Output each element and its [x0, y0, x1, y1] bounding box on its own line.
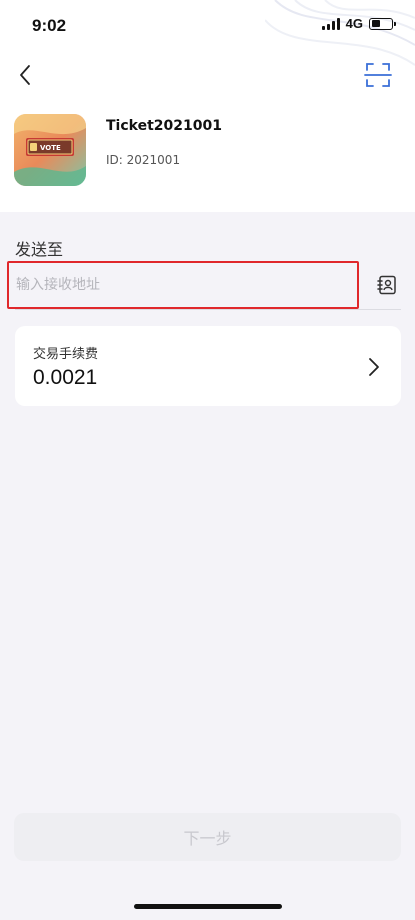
chevron-right-icon [369, 358, 379, 376]
chevron-left-icon [20, 65, 30, 85]
network-type: 4G [345, 16, 363, 31]
fee-value: 0.0021 [33, 366, 98, 389]
back-button[interactable] [10, 60, 40, 90]
address-book-button[interactable] [376, 274, 398, 296]
battery-icon [369, 17, 396, 30]
home-indicator [134, 904, 282, 909]
address-input[interactable] [9, 263, 357, 307]
fee-title: 交易手续费 [33, 347, 99, 362]
status-indicators: 4G [321, 16, 396, 31]
scan-button[interactable] [363, 60, 393, 90]
status-time: 9:02 [32, 16, 67, 35]
address-underline [15, 309, 401, 310]
status-bar: 9:02 4G [0, 0, 415, 48]
next-button[interactable]: 下一步 [14, 813, 401, 861]
address-book-icon [377, 275, 396, 295]
token-id: ID: 2021001 [106, 153, 181, 167]
fee-card[interactable]: 交易手续费 0.0021 [15, 326, 401, 406]
scan-icon [364, 63, 392, 87]
token-image: VOTE [14, 114, 86, 186]
token-image-text: VOTE [40, 144, 61, 152]
address-input-highlight [7, 261, 359, 309]
send-to-label: 发送至 [15, 240, 64, 259]
signal-icon [321, 17, 340, 30]
token-name: Ticket2021001 [106, 118, 222, 134]
